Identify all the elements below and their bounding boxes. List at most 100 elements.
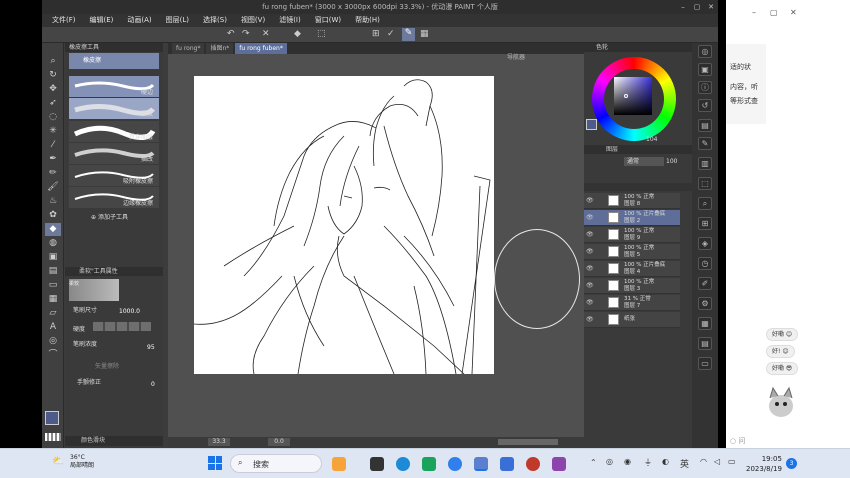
volume-icon[interactable]: ◁ — [714, 457, 720, 466]
zoom-value[interactable]: 33.3 — [208, 438, 230, 446]
drawing-canvas[interactable] — [193, 76, 494, 375]
fill-bucket-icon[interactable]: ▣ — [45, 251, 61, 264]
layer-row[interactable]: 👁 100 % 正常 图层 5 — [584, 244, 680, 260]
library-icon[interactable]: ▦ — [698, 317, 712, 330]
brush-snap-eraser[interactable]: 吸附橡皮擦 — [69, 165, 159, 186]
pen-icon[interactable]: ✒ — [45, 153, 61, 166]
stabilize-value[interactable]: 0 — [151, 381, 155, 388]
weather-widget[interactable]: 36°C 局部晴朗 — [70, 454, 94, 470]
close-icon[interactable]: ✕ — [704, 0, 718, 14]
layer-row[interactable]: 👁 100 % 正常 图层 3 — [584, 278, 680, 294]
weather-icon[interactable]: ⛅ — [52, 456, 64, 467]
pencil-panel-icon[interactable]: ✎ — [698, 137, 712, 150]
snap-icon[interactable]: ✓ — [387, 29, 395, 39]
color-slider-tab[interactable]: 颜色滑块 — [65, 436, 163, 446]
subtool-selected[interactable]: 橡皮擦 — [69, 53, 159, 69]
tool-panel-icon[interactable]: ⚙ — [698, 297, 712, 310]
eye-icon[interactable]: 👁 — [586, 282, 594, 289]
tab-fu-rong[interactable]: fu rong* — [172, 43, 205, 54]
eye-icon[interactable]: 👁 — [586, 299, 594, 306]
info-icon[interactable]: ⓘ — [698, 81, 712, 94]
reaction-bubble[interactable]: 好嘞 😎 — [766, 362, 799, 375]
transparent-color-swatch[interactable] — [45, 433, 61, 441]
eye-icon[interactable]: 👁 — [586, 316, 594, 323]
chat-input-hint[interactable]: ○ 问 — [730, 436, 745, 446]
eye-icon[interactable]: 👁 — [586, 197, 594, 204]
decoration-icon[interactable]: ✿ — [45, 209, 61, 222]
microphone-icon[interactable]: ⏚ — [644, 457, 652, 468]
ruler-icon[interactable]: ⊞ — [372, 29, 380, 39]
clear-icon[interactable]: ✕ — [262, 29, 270, 39]
blend-icon[interactable]: ◍ — [45, 237, 61, 250]
menu-select[interactable]: 选择(S) — [203, 14, 227, 27]
menu-layer[interactable]: 图层(L) — [166, 14, 189, 27]
material-icon[interactable]: ▤ — [698, 119, 712, 132]
menu-window[interactable]: 窗口(W) — [315, 14, 341, 27]
redo-icon[interactable]: ↷ — [242, 29, 250, 39]
history-icon[interactable]: ↺ — [698, 99, 712, 112]
hardness-slider[interactable] — [93, 322, 151, 331]
add-subtool-button[interactable]: ⊕ 添加子工具 — [91, 212, 128, 221]
rotate-icon[interactable]: ↻ — [45, 69, 61, 82]
folder-icon[interactable]: ▭ — [698, 357, 712, 370]
layer-row[interactable]: 👁 100 % 正片叠底 图层 4 — [584, 261, 680, 277]
wifi-icon[interactable]: ◠ — [700, 457, 707, 466]
app-pinned-icon[interactable] — [422, 457, 436, 471]
lasso-icon[interactable]: ◌ — [45, 111, 61, 124]
pencil-icon[interactable]: ✏ — [45, 167, 61, 180]
tab-illustration[interactable]: 插图n* — [206, 43, 234, 54]
menu-filter[interactable]: 滤镜(I) — [279, 14, 301, 27]
text-icon[interactable]: A — [45, 321, 61, 334]
notification-badge[interactable]: 3 — [786, 458, 797, 469]
angle-value[interactable]: 0.0 — [268, 438, 290, 446]
horizontal-scrollbar[interactable] — [498, 439, 558, 445]
eye-icon[interactable]: 👁 — [586, 265, 594, 272]
battery-icon[interactable]: ▭ — [728, 457, 736, 466]
wand-icon[interactable]: ✳ — [45, 125, 61, 138]
assets-icon[interactable]: ▤ — [698, 337, 712, 350]
app-pinned-icon[interactable] — [448, 457, 462, 471]
minimize-icon[interactable]: – — [676, 0, 690, 14]
frame-icon[interactable]: ▦ — [45, 293, 61, 306]
navigator-icon[interactable]: ◎ — [698, 45, 712, 58]
auto-action-icon[interactable]: ▥ — [698, 157, 712, 170]
fill-icon[interactable]: ◆ — [294, 29, 301, 39]
airbrush-icon[interactable]: ♨ — [45, 195, 61, 208]
edge-icon[interactable] — [396, 457, 410, 471]
main-color-chip[interactable] — [586, 119, 597, 130]
clock-icon[interactable]: ◷ — [698, 257, 712, 270]
zoom-icon[interactable]: ⌕ — [45, 55, 61, 68]
select-icon[interactable]: ➶ — [45, 97, 61, 110]
saturation-value-square[interactable] — [614, 77, 652, 115]
tray-app-icon[interactable]: ◎ — [606, 457, 613, 466]
layer-row[interactable]: 👁 100 % 正常 图层 8 — [584, 193, 680, 209]
tray-app-icon[interactable]: ◐ — [662, 457, 669, 466]
app-pinned-icon[interactable] — [370, 457, 384, 471]
layer-opacity[interactable]: 100 — [666, 158, 677, 165]
tray-app-icon[interactable]: ◉ — [624, 457, 631, 466]
balloon-icon[interactable]: ◎ — [45, 335, 61, 348]
menu-animation[interactable]: 动画(A) — [127, 14, 151, 27]
blend-mode-select[interactable]: 通常 — [624, 157, 664, 166]
correct-line-icon[interactable]: ⌒ — [45, 349, 61, 362]
search-layer-icon[interactable]: ⌕ — [698, 197, 712, 210]
app-pinned-icon[interactable] — [500, 457, 514, 471]
pen-snap-icon[interactable]: ✎ — [402, 28, 415, 41]
density-value[interactable]: 95 — [147, 344, 155, 351]
brush-edge-eraser[interactable]: 边缘橡皮擦 — [69, 187, 159, 208]
layer-row-paper[interactable]: 👁 纸张 — [584, 312, 680, 328]
reaction-bubble[interactable]: 好嘞 😊 — [766, 328, 799, 341]
chat-minimize-icon[interactable]: – — [752, 8, 756, 17]
layer-property-icon[interactable]: ⬚ — [698, 177, 712, 190]
menu-file[interactable]: 文件(F) — [52, 14, 76, 27]
tray-chevron-icon[interactable]: ⌃ — [590, 458, 597, 467]
paint-app-icon[interactable] — [474, 457, 488, 471]
clock[interactable]: 19:05 2023/8/19 — [746, 454, 782, 474]
eye-icon[interactable]: 👁 — [586, 248, 594, 255]
subview-icon[interactable]: ▣ — [698, 63, 712, 76]
eye-icon[interactable]: 👁 — [586, 231, 594, 238]
maximize-icon[interactable]: ▢ — [690, 0, 704, 14]
reaction-bubble[interactable]: 好! 😊 — [766, 345, 795, 358]
chat-maximize-icon[interactable]: ▢ — [770, 8, 778, 17]
brush-size-value[interactable]: 1000.0 — [119, 308, 140, 315]
